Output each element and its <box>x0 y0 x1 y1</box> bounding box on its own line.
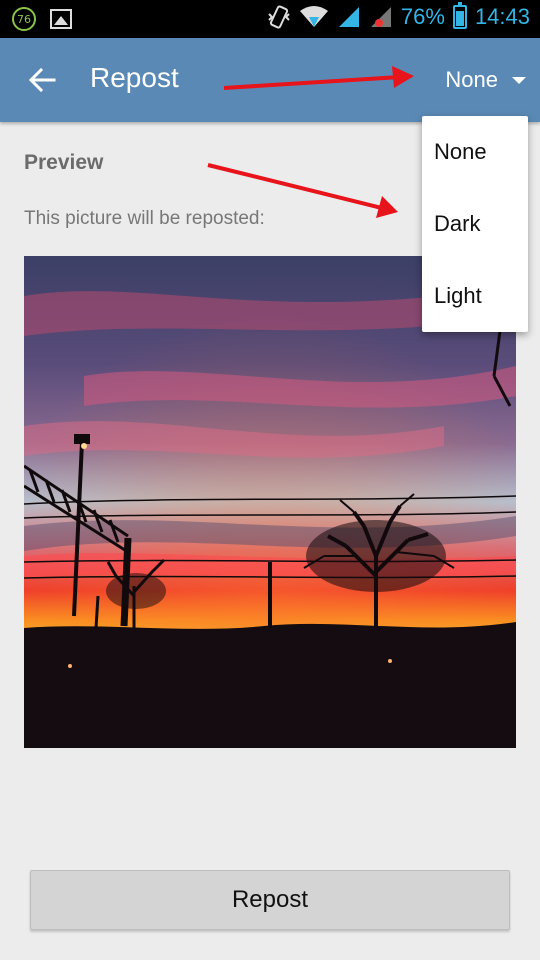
preview-description: This picture will be reposted: <box>24 208 265 229</box>
preview-heading: Preview <box>24 151 104 174</box>
filter-option-none[interactable]: None <box>422 116 528 188</box>
wifi-icon <box>299 5 329 29</box>
back-button[interactable] <box>22 60 62 100</box>
arrow-left-icon <box>28 67 56 93</box>
battery-icon <box>452 2 467 29</box>
status-bar: 76 76% 14:43 <box>0 0 540 38</box>
signal-icon <box>337 5 361 29</box>
repost-button[interactable]: Repost <box>30 870 510 930</box>
chevron-down-icon <box>512 76 526 84</box>
notification-badge-icon: 76 <box>12 7 36 31</box>
filter-option-dark[interactable]: Dark <box>422 188 528 260</box>
filter-selected-value: None <box>445 67 498 92</box>
filter-menu: None Dark Light <box>422 116 528 332</box>
vibrate-icon <box>267 4 291 30</box>
gallery-icon <box>50 9 72 29</box>
filter-option-light[interactable]: Light <box>422 260 528 332</box>
page-title: Repost <box>90 62 179 93</box>
clock: 14:43 <box>474 4 530 29</box>
filter-dropdown[interactable]: None <box>445 60 530 100</box>
battery-percent: 76% <box>400 4 445 29</box>
app-toolbar: Repost None <box>0 38 540 122</box>
signal-roaming-icon <box>369 5 393 29</box>
